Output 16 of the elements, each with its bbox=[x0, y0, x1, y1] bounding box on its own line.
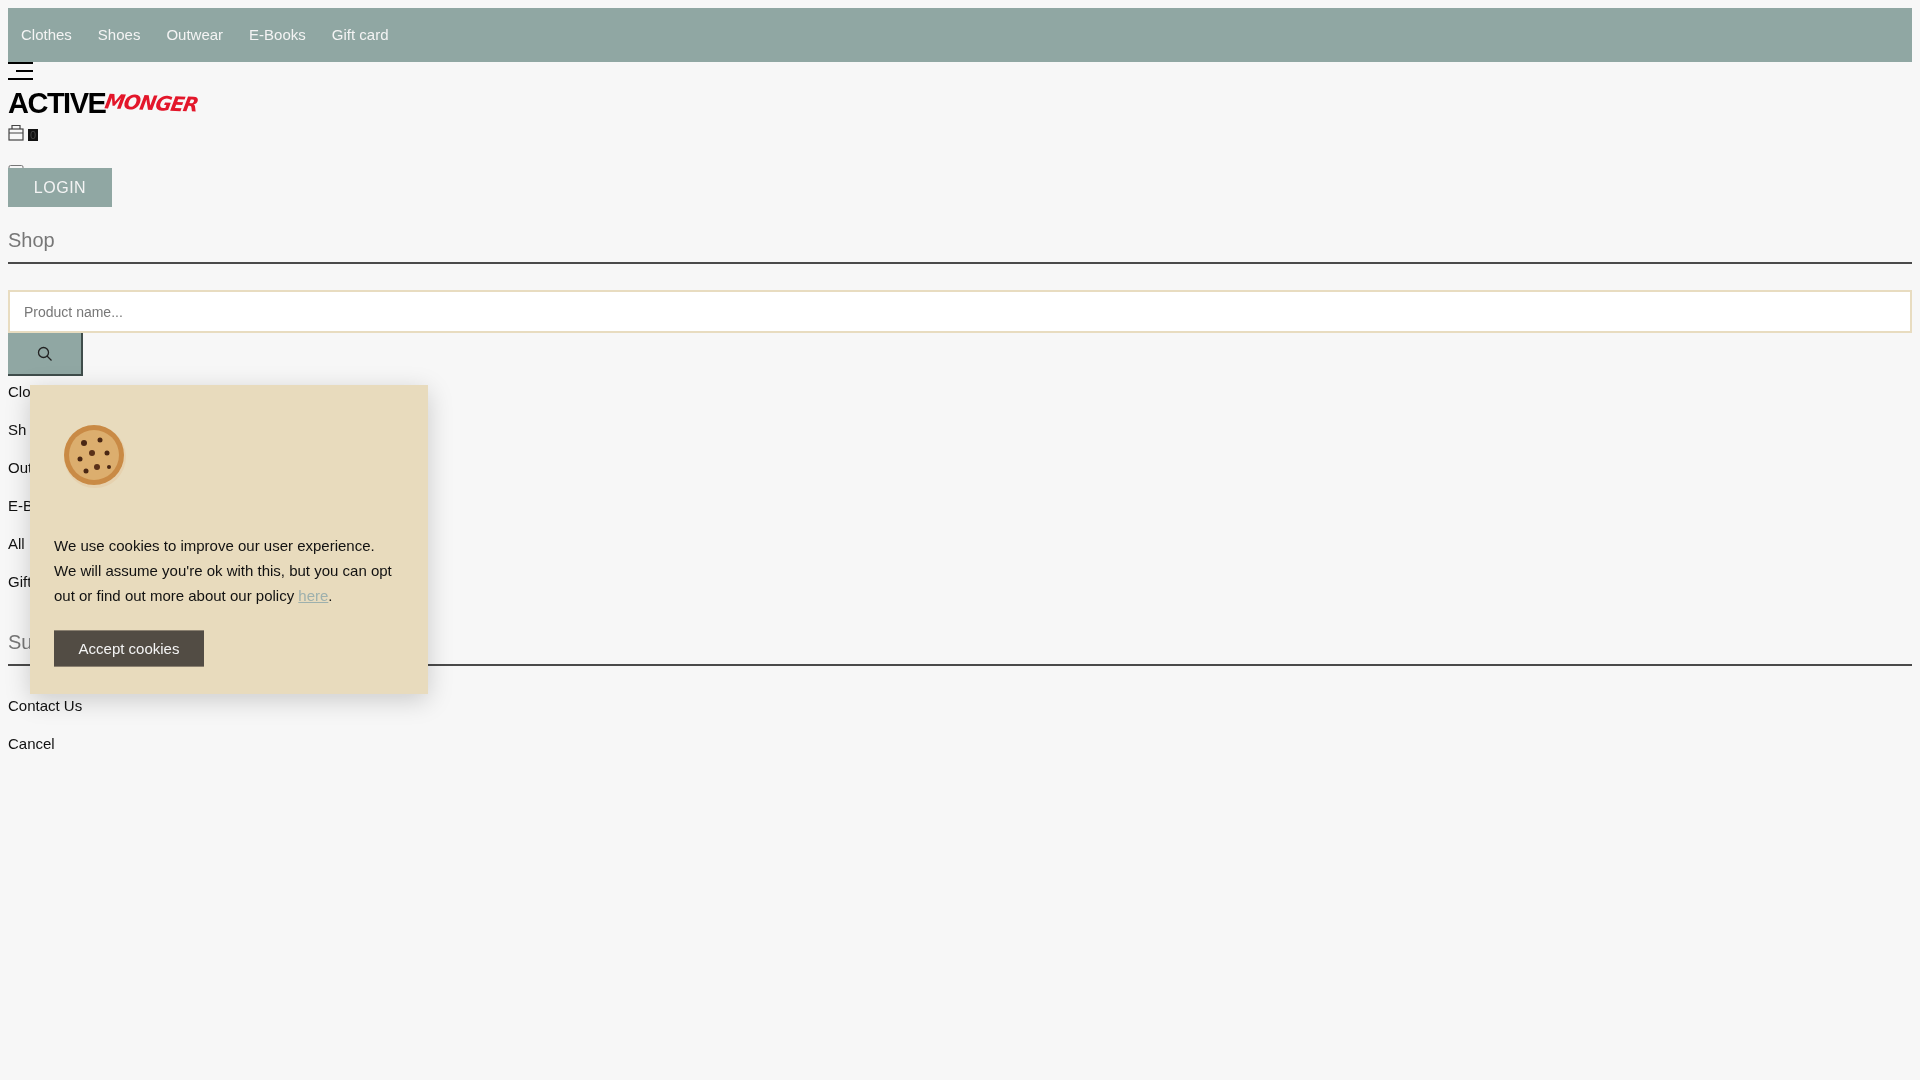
accept-cookies-button[interactable]: Accept cookies bbox=[54, 630, 204, 667]
search-icon bbox=[36, 345, 53, 362]
category-link[interactable]: All bbox=[8, 534, 25, 552]
search-button[interactable] bbox=[8, 333, 83, 376]
category-link[interactable]: Sh bbox=[8, 420, 27, 438]
outline-icon bbox=[8, 165, 24, 169]
logo[interactable]: ACTIVEMONGER bbox=[8, 82, 199, 116]
search-field[interactable]: Product name... bbox=[8, 290, 1912, 333]
footer-link[interactable]: Contact Us bbox=[8, 696, 83, 714]
cookie-message: We use cookies to improve our user experience. We will assume you're ok with this, but you can opt out or find out more about our policy here. bbox=[54, 536, 393, 606]
section-heading: Shop bbox=[8, 228, 1912, 264]
menu-icon[interactable] bbox=[8, 62, 34, 80]
category-link[interactable]: Gift bbox=[8, 572, 32, 590]
category-link[interactable]: Clo bbox=[8, 382, 31, 400]
footer-link[interactable]: Cancel bbox=[8, 734, 55, 752]
shopping-bag-icon[interactable] bbox=[8, 124, 24, 141]
